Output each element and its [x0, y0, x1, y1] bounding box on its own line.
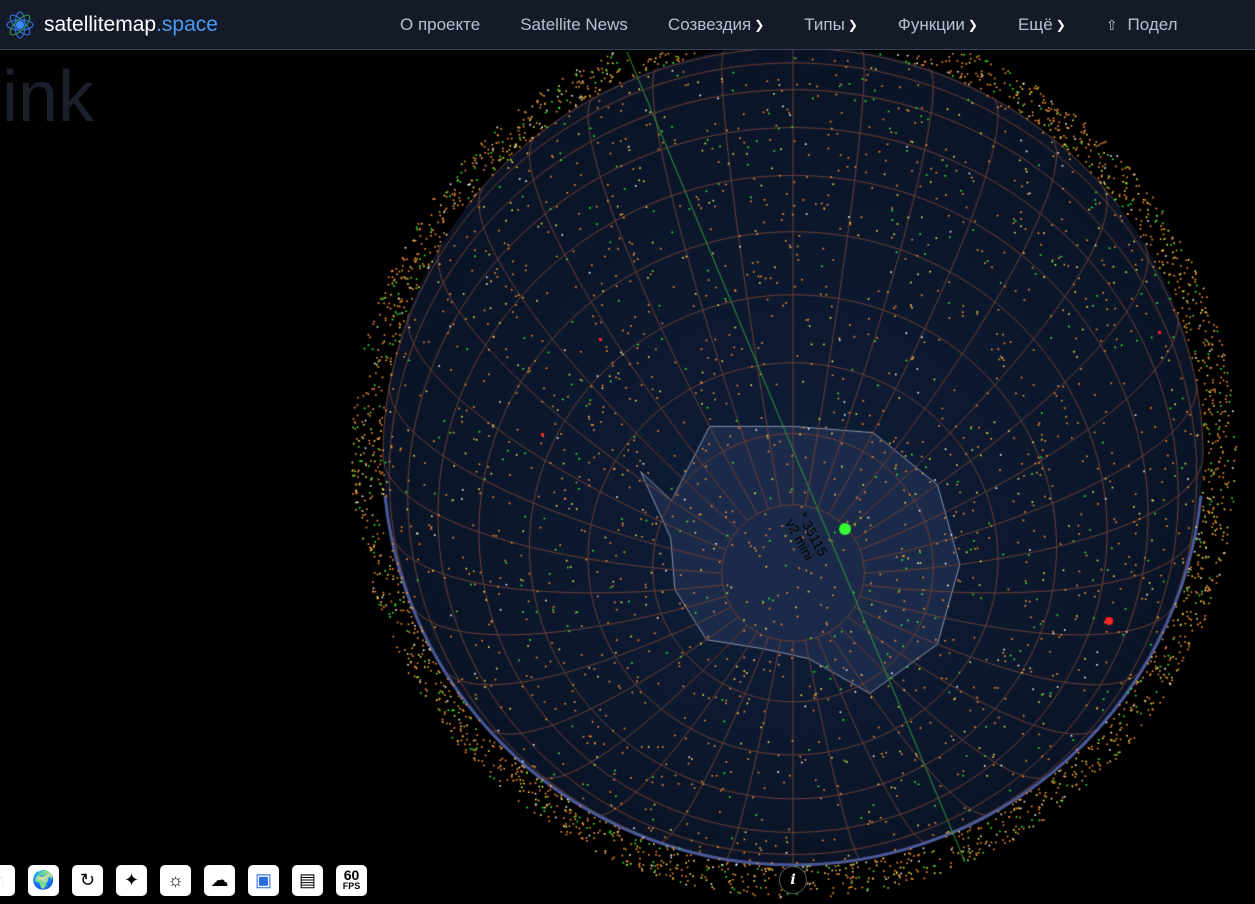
- menu-label: Подел: [1127, 15, 1178, 34]
- globe-canvas[interactable]: [0, 0, 1255, 904]
- menu-label: Типы: [804, 15, 845, 34]
- fps-unit: FPS: [342, 880, 361, 891]
- chevron-down-icon: ❯: [847, 18, 858, 32]
- globe-dark-icon: ◐: [0, 870, 5, 891]
- bottom-toolbar: ◐ 🌍 ↻ ✦ ☼ ☁ ▣ ▤ 60FPS: [0, 865, 380, 896]
- menu-label: Satellite News: [520, 15, 628, 34]
- chevron-down-icon: ❯: [754, 18, 765, 32]
- menu-functions[interactable]: Функции ❯: [898, 15, 978, 35]
- clouds-button[interactable]: ☁: [204, 865, 235, 896]
- menu-satellite-news[interactable]: Satellite News: [520, 15, 628, 35]
- stars-icon: ✦: [123, 870, 140, 890]
- info-button[interactable]: i: [779, 866, 807, 894]
- menu-label: О проекте: [400, 15, 481, 34]
- logo[interactable]: satellitemap.space: [5, 10, 218, 40]
- earth-texture-icon: 🌍: [32, 870, 55, 890]
- stars-button[interactable]: ✦: [116, 865, 147, 896]
- rotate-button[interactable]: ↻: [72, 865, 103, 896]
- logo-icon: [6, 10, 34, 39]
- satellite-3d-icon: ▣: [254, 870, 272, 890]
- menu-label: Ещё: [1017, 15, 1053, 34]
- clouds-icon: ☁: [210, 870, 229, 890]
- menu-label: Функции: [897, 15, 965, 34]
- menu-share[interactable]: ⇧ Подел: [1106, 15, 1178, 35]
- chevron-down-icon: ❯: [1055, 18, 1066, 32]
- fps-button[interactable]: 60 FPS: [336, 865, 367, 896]
- sun-button[interactable]: ☼: [160, 865, 191, 896]
- menu-more[interactable]: Ещё ❯: [1018, 15, 1066, 35]
- chevron-down-icon: ❯: [967, 18, 978, 32]
- top-navbar: satellitemap.space О проекте Satellite N…: [0, 0, 1255, 50]
- background-title: ink: [2, 57, 95, 137]
- menu-types[interactable]: Типы ❯: [804, 15, 858, 35]
- menu-about[interactable]: О проекте: [400, 15, 480, 35]
- logo-main: satellitemap: [44, 12, 157, 36]
- main-menu: О проекте Satellite News Созвездия ❯ Типы…: [400, 0, 1218, 50]
- menu-label: Созвездия: [667, 15, 752, 34]
- logo-tld: .space: [156, 12, 218, 36]
- train-button[interactable]: ▤: [292, 865, 323, 896]
- sun-icon: ☼: [167, 870, 184, 890]
- train-icon: ▤: [298, 870, 316, 890]
- share-icon: ⇧: [1105, 16, 1118, 33]
- satellite-3d-button[interactable]: ▣: [248, 865, 279, 896]
- globe-dark-button[interactable]: ◐: [0, 865, 15, 896]
- earth-texture-button[interactable]: 🌍: [28, 865, 59, 896]
- menu-constellations[interactable]: Созвездия ❯: [668, 15, 764, 35]
- rotate-icon: ↻: [79, 870, 96, 890]
